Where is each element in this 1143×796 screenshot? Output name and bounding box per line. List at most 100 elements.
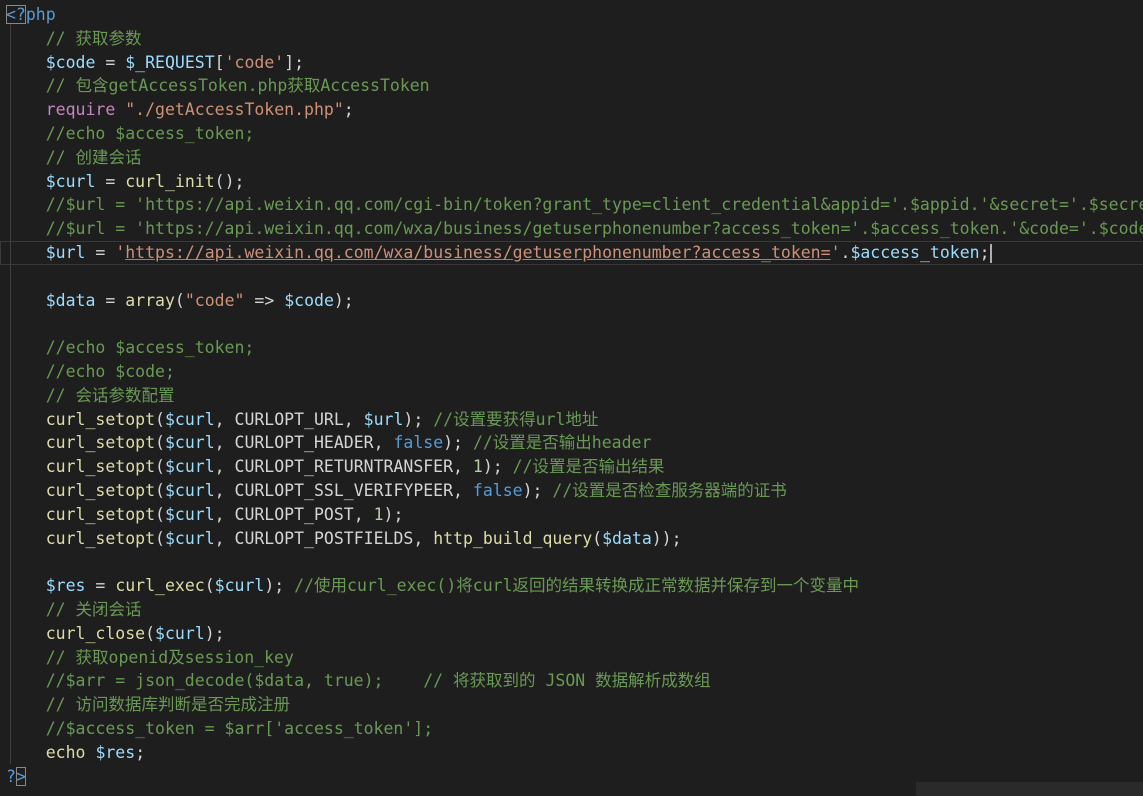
code-token: ); (403, 409, 434, 429)
code-token: //$url = 'https://api.weixin.qq.com/cgi-… (6, 195, 1143, 215)
code-token: <? (6, 5, 26, 24)
code-token: )); (651, 528, 682, 548)
code-token: //echo $code; (6, 362, 175, 381)
code-token: . (840, 243, 851, 262)
code-token: $curl (45, 171, 96, 191)
code-token: curl_setopt (45, 528, 156, 548)
code-token: php (25, 5, 56, 24)
code-token: ( (155, 528, 165, 548)
code-token: ); (383, 504, 404, 524)
code-token: ( (204, 576, 215, 596)
code-token: ); (333, 290, 354, 310)
code-line[interactable]: $url = 'https://api.weixin.qq.com/wxa/bu… (0, 241, 1143, 265)
code-token: //使用curl_exec()将curl返回的结果转换成正常数据并保存到一个变量… (294, 576, 860, 596)
code-line[interactable]: // 创建会话 (0, 146, 1143, 170)
code-token: //设置是否输出header (472, 433, 652, 453)
code-line[interactable]: echo $res; (0, 741, 1143, 765)
code-token: //$access_token = $arr['access_token']; (6, 719, 434, 738)
code-line[interactable]: $data = array("code" => $code); (0, 289, 1143, 313)
code-token: // 关闭会话 (6, 600, 142, 619)
code-token: ; (135, 742, 146, 762)
code-token: "code" (184, 290, 245, 310)
code-line[interactable]: //$url = 'https://api.weixin.qq.com/wxa/… (0, 217, 1143, 241)
code-line[interactable] (0, 265, 1143, 289)
code-line[interactable]: //echo $access_token; (0, 122, 1143, 146)
code-line[interactable]: curl_setopt($curl, CURLOPT_HEADER, false… (0, 431, 1143, 455)
code-token: ( (155, 409, 165, 429)
code-token: //$arr = json_decode($data, true); // 将获… (6, 671, 711, 691)
code-line[interactable]: curl_setopt($curl, CURLOPT_SSL_VERIFYPEE… (0, 479, 1143, 503)
code-line[interactable]: // 包含getAccessToken.php获取AccessToken (0, 74, 1143, 98)
code-token: $curl (155, 623, 205, 643)
code-token: ( (155, 433, 165, 453)
code-line[interactable]: //echo $access_token; (0, 336, 1143, 360)
code-line[interactable]: curl_setopt($curl, CURLOPT_POST, 1); (0, 503, 1143, 527)
code-line[interactable]: curl_setopt($curl, CURLOPT_RETURNTRANSFE… (0, 455, 1143, 479)
code-line[interactable]: //$url = 'https://api.weixin.qq.com/cgi-… (0, 193, 1143, 217)
code-token: ' (115, 243, 126, 262)
code-token: false (472, 481, 523, 500)
code-line[interactable]: curl_close($curl); (0, 622, 1143, 646)
code-token: , CURLOPT_RETURNTRANSFER, (214, 457, 473, 477)
code-token: $access_token (850, 243, 980, 262)
code-token: ; (343, 100, 354, 120)
code-line[interactable]: //$access_token = $arr['access_token']; (0, 717, 1143, 741)
horizontal-scrollbar[interactable] (916, 782, 1143, 796)
code-token: array (125, 290, 175, 310)
code-token: ( (155, 504, 165, 524)
code-editor[interactable]: <?php // 获取参数 $code = $_REQUEST['code'];… (0, 0, 1143, 796)
code-token: curl_close (45, 623, 146, 643)
code-token: ); (443, 433, 473, 453)
code-line[interactable]: //echo $code; (0, 360, 1143, 384)
code-token: false (393, 433, 444, 453)
code-token: echo (45, 742, 86, 762)
code-line[interactable] (0, 550, 1143, 574)
code-line[interactable]: // 获取参数 (0, 27, 1143, 51)
code-token: [ (214, 52, 225, 72)
code-token: // 创建会话 (6, 147, 142, 167)
code-line[interactable]: // 获取openid及session_key (0, 646, 1143, 670)
code-line[interactable]: $code = $_REQUEST['code']; (0, 51, 1143, 75)
code-token: = (95, 171, 126, 191)
code-token: , CURLOPT_POSTFIELDS, (214, 528, 434, 548)
code-token: $data (45, 290, 96, 310)
code-token: ); (264, 576, 295, 596)
code-line[interactable]: <?php (0, 3, 1143, 27)
code-line[interactable]: // 访问数据库判断是否完成注册 (0, 693, 1143, 717)
code-token: curl_setopt (45, 504, 156, 524)
code-token: => (244, 290, 285, 310)
code-token: curl_setopt (45, 457, 156, 477)
code-line[interactable]: $curl = curl_init(); (0, 170, 1143, 194)
code-token: curl_setopt (45, 481, 156, 500)
code-line[interactable]: curl_setopt($curl, CURLOPT_URL, $url); /… (0, 408, 1143, 432)
code-token: "./getAccessToken.php" (125, 100, 344, 120)
code-line[interactable]: // 会话参数配置 (0, 384, 1143, 408)
code-line[interactable] (0, 312, 1143, 336)
code-token: // 访问数据库判断是否完成注册 (6, 695, 291, 715)
code-token: $curl (214, 576, 265, 596)
code-line[interactable]: curl_setopt($curl, CURLOPT_POSTFIELDS, h… (0, 527, 1143, 551)
code-token: $res (95, 742, 136, 762)
text-cursor (989, 244, 992, 263)
code-token: ]; (284, 52, 305, 72)
code-token: $_REQUEST (125, 52, 215, 72)
code-line[interactable]: // 关闭会话 (0, 598, 1143, 622)
code-token: > (15, 766, 26, 786)
code-token: $curl (164, 457, 215, 477)
code-line[interactable]: //$arr = json_decode($data, true); // 将获… (0, 669, 1143, 693)
code-token: // 会话参数配置 (6, 385, 175, 405)
code-line[interactable]: require "./getAccessToken.php"; (0, 98, 1143, 122)
code-token: ); (204, 623, 225, 643)
code-line[interactable]: $res = curl_exec($curl); //使用curl_exec()… (0, 574, 1143, 598)
